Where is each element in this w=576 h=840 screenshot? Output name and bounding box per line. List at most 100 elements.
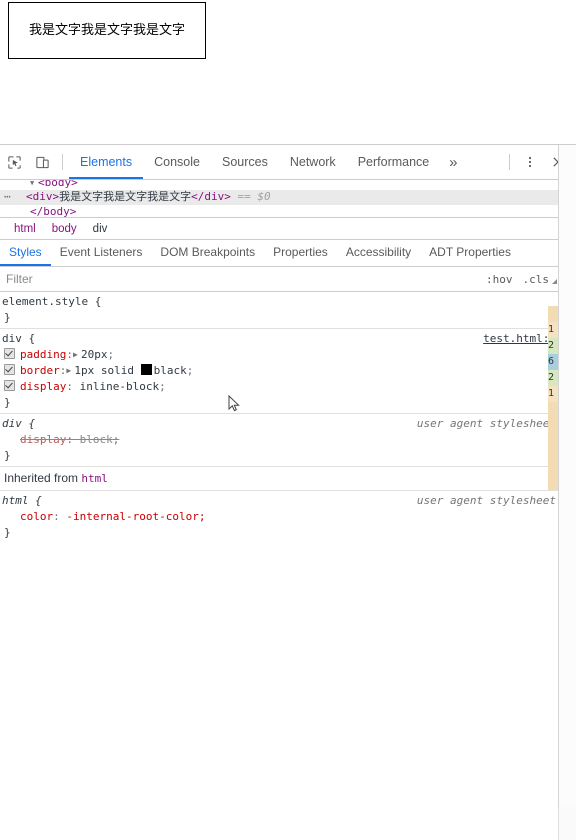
styles-sidebar-tabs: Styles Event Listeners DOM Breakpoints P… [0, 240, 576, 267]
breadcrumb-item-html[interactable]: html [6, 223, 44, 235]
styles-toolbar: :hov .cls + [0, 267, 576, 292]
rule-selector-row: element.style { [2, 294, 576, 310]
close-brace-text: } [4, 449, 11, 462]
dom-ellipsis-icon[interactable]: ⋯ [4, 190, 26, 204]
dom-dollar0-marker: == $0 [237, 190, 271, 203]
css-property-row[interactable]: color: -internal-root-color; [2, 509, 576, 525]
device-toolbar-icon[interactable] [28, 149, 56, 175]
rendered-page-area: 我是文字我是文字我是文字 [0, 0, 576, 144]
tab-performance[interactable]: Performance [347, 145, 441, 179]
tab-dom-breakpoints[interactable]: DOM Breakpoints [151, 240, 264, 266]
minimap-row: 6 [548, 354, 558, 370]
css-property-row[interactable]: border:▶ 1px solid black; [2, 363, 576, 379]
panel-right-rail [558, 145, 576, 807]
rule-div-user-agent[interactable]: div { user agent stylesheet display: blo… [0, 414, 576, 467]
tab-styles[interactable]: Styles [0, 240, 51, 266]
dom-tree[interactable]: ▼ <body> ⋯ <div>我是文字我是文字我是文字</div> == $0 <… [0, 180, 576, 218]
tab-sources[interactable]: Sources [211, 145, 279, 179]
minimap-row [548, 434, 558, 450]
property-name[interactable]: display [20, 433, 66, 446]
dom-line-body-close[interactable]: </body> [0, 205, 576, 218]
breadcrumb: html body div [0, 218, 576, 240]
minimap-row [548, 482, 558, 490]
minimap-row [548, 450, 558, 466]
property-value[interactable]: 20px [81, 348, 108, 361]
property-name[interactable]: padding [20, 348, 66, 361]
minimap-row: 1 [548, 386, 558, 402]
css-property-row[interactable]: padding:▶ 20px; [2, 347, 576, 363]
dom-div-close-tag: </div> [191, 190, 231, 203]
inherited-from-header: Inherited from html [0, 467, 576, 491]
rule-selector[interactable]: div { [2, 417, 35, 430]
property-value[interactable]: inline-block [80, 380, 159, 393]
dom-line-body-open[interactable]: ▼ <body> [0, 180, 576, 190]
tab-network[interactable]: Network [279, 145, 347, 179]
tab-console[interactable]: Console [143, 145, 211, 179]
minimap-row: 1 [548, 322, 558, 338]
close-brace-text: } [4, 396, 11, 409]
devtools-toolbar: Elements Console Sources Network Perform… [0, 145, 576, 180]
property-value[interactable]: -internal-root-color; [66, 510, 205, 523]
close-brace-text: } [4, 526, 11, 539]
inspect-element-icon[interactable] [0, 149, 28, 175]
property-enabled-checkbox[interactable] [4, 348, 15, 359]
breadcrumb-item-div[interactable]: div [85, 223, 116, 235]
dom-div-text: 我是文字我是文字我是文字 [59, 190, 192, 203]
minimap-row [548, 466, 558, 482]
expand-triangle-icon[interactable]: ▼ [30, 180, 38, 190]
tab-event-listeners[interactable]: Event Listeners [51, 240, 152, 266]
more-tabs-chevron-icon[interactable]: » [440, 154, 466, 171]
tab-elements[interactable]: Elements [69, 145, 144, 179]
minimap-row [548, 418, 558, 434]
property-name[interactable]: display [20, 380, 66, 393]
inherited-element-name[interactable]: html [81, 472, 108, 485]
stylesheet-origin-label: user agent stylesheet [416, 494, 556, 507]
vertical-dots-icon[interactable] [516, 149, 544, 175]
tab-adt-properties[interactable]: ADT Properties [420, 240, 520, 266]
rule-selector[interactable]: div { [2, 332, 35, 345]
demo-div-text: 我是文字我是文字我是文字 [29, 23, 186, 38]
rule-close-brace: } [2, 310, 576, 326]
property-enabled-checkbox[interactable] [4, 364, 15, 375]
inherited-prefix: Inherited from [4, 471, 79, 485]
close-brace-text: } [4, 311, 11, 324]
rule-selector-row: html { user agent stylesheet [2, 493, 576, 509]
rule-selector-row: div { test.html:3 [2, 331, 576, 347]
property-name[interactable]: color [20, 510, 53, 523]
cls-toggle-button[interactable]: .cls [518, 273, 555, 286]
rule-selector[interactable]: html { [2, 494, 42, 507]
css-property-row[interactable]: display: inline-block; [2, 379, 576, 395]
stylesheet-origin-label: user agent stylesheet [416, 417, 556, 430]
rule-element-style[interactable]: element.style { } [0, 292, 576, 329]
rule-selector[interactable]: element.style { [2, 295, 101, 308]
filter-input[interactable] [0, 271, 481, 287]
stylesheet-origin-link[interactable]: test.html:3 [483, 331, 556, 347]
dom-div-open-tag: <div> [26, 190, 60, 203]
dom-body-close-tag: </body> [30, 205, 77, 218]
tab-accessibility[interactable]: Accessibility [337, 240, 420, 266]
dom-line-selected[interactable]: ⋯ <div>我是文字我是文字我是文字</div> == $0 [0, 190, 576, 205]
hov-toggle-button[interactable]: :hov [481, 273, 518, 286]
property-value[interactable]: block [80, 433, 113, 446]
rule-selector-row: div { user agent stylesheet [2, 416, 576, 432]
property-value-color[interactable]: black [154, 364, 187, 377]
color-swatch-icon[interactable] [140, 364, 152, 375]
property-name[interactable]: border [20, 364, 60, 377]
tab-properties[interactable]: Properties [264, 240, 337, 266]
resize-handle[interactable] [552, 279, 557, 284]
demo-div-box[interactable]: 我是文字我是文字我是文字 [8, 2, 207, 59]
toolbar-divider [62, 154, 63, 170]
rule-close-brace: } [2, 525, 576, 541]
devtools-panel: Elements Console Sources Network Perform… [0, 144, 576, 840]
rule-div-author[interactable]: div { test.html:3 padding:▶ 20px; border:… [0, 329, 576, 414]
minimap-row [548, 306, 558, 322]
breadcrumb-item-body[interactable]: body [44, 223, 85, 235]
rule-close-brace: } [2, 448, 576, 464]
expand-shorthand-icon[interactable]: ▶ [73, 347, 81, 363]
dom-body-open-tag: <body> [38, 180, 78, 189]
styles-minimap: 1 2 6 2 1 [548, 306, 558, 490]
rule-html-user-agent[interactable]: html { user agent stylesheet color: -int… [0, 491, 576, 543]
property-enabled-checkbox[interactable] [4, 380, 15, 391]
css-property-row-overridden[interactable]: display: block; [2, 432, 576, 448]
toolbar-divider-2 [509, 154, 510, 170]
